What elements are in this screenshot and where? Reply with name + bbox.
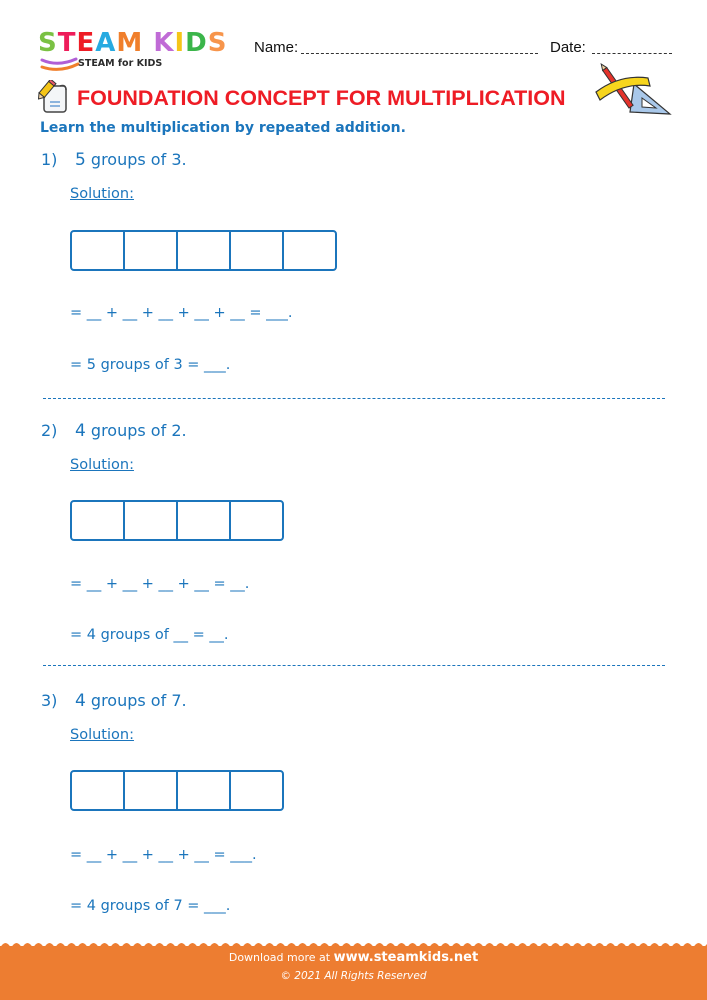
answer-box[interactable] — [178, 502, 231, 539]
date-field[interactable] — [592, 53, 672, 54]
answer-box[interactable] — [125, 502, 178, 539]
answer-boxes — [70, 230, 337, 271]
pencil-paper-icon — [38, 80, 67, 113]
answer-box[interactable] — [231, 772, 282, 809]
answer-box[interactable] — [178, 232, 231, 269]
logo-letter: K — [153, 28, 175, 58]
logo-letter: A — [95, 28, 117, 58]
answer-box[interactable] — [178, 772, 231, 809]
addition-equation[interactable]: = __ + __ + __ + __ = __. — [70, 576, 249, 592]
steam-kids-logo: STEAM KIDS STEAM for KIDS — [38, 30, 238, 75]
question-group-count: 4 — [75, 421, 86, 441]
footer-site-link[interactable]: www.steamkids.net — [334, 950, 479, 965]
page-title: FOUNDATION CONCEPT FOR MULTIPLICATION — [77, 86, 566, 110]
question-prompt: groups of 2. — [85, 421, 187, 440]
multiplication-equation[interactable]: = 4 groups of __ = __. — [70, 627, 228, 643]
addition-equation[interactable]: = __ + __ + __ + __ + __ = ___. — [70, 305, 292, 321]
question-number: 2) — [41, 421, 58, 440]
solution-label: Solution: — [70, 186, 134, 202]
logo-letter: S — [38, 28, 58, 58]
section-divider — [43, 398, 665, 399]
question-3-title: 3) 4 groups of 7. — [41, 691, 187, 711]
question-group-count: 4 — [75, 691, 86, 711]
addition-equation[interactable]: = __ + __ + __ + __ = ___. — [70, 847, 257, 863]
question-1-title: 1) 5 groups of 3. — [41, 150, 187, 170]
question-2-title: 2) 4 groups of 2. — [41, 421, 187, 441]
name-field[interactable] — [301, 53, 538, 54]
answer-box[interactable] — [72, 772, 125, 809]
answer-boxes — [70, 770, 284, 811]
answer-boxes — [70, 500, 284, 541]
multiplication-equation[interactable]: = 4 groups of 7 = ___. — [70, 898, 230, 914]
logo-swoosh-icon — [40, 57, 80, 71]
section-divider — [43, 665, 665, 666]
instruction-text: Learn the multiplication by repeated add… — [40, 120, 406, 136]
date-label: Date: — [550, 39, 586, 56]
answer-box[interactable] — [284, 232, 335, 269]
answer-box[interactable] — [231, 502, 282, 539]
answer-box[interactable] — [125, 232, 178, 269]
footer-download-text: Download more at www.steamkids.net — [0, 950, 707, 965]
question-prompt: groups of 7. — [85, 691, 187, 710]
logo-tagline: STEAM for KIDS — [78, 58, 163, 69]
logo-wordmark: STEAM KIDS — [38, 30, 238, 56]
logo-letter: S — [207, 28, 228, 58]
answer-box[interactable] — [125, 772, 178, 809]
logo-letter — [143, 30, 153, 56]
question-number: 3) — [41, 691, 58, 710]
ruler-pencil-triangle-icon — [595, 63, 672, 115]
footer-copyright: © 2021 All Rights Reserved — [280, 970, 427, 982]
logo-letter: M — [116, 28, 144, 58]
solution-label: Solution: — [70, 727, 134, 743]
logo-letter: T — [57, 28, 77, 58]
logo-letter: D — [185, 28, 208, 58]
question-number: 1) — [41, 150, 58, 169]
logo-letter: I — [174, 28, 186, 58]
multiplication-equation[interactable]: = 5 groups of 3 = ___. — [70, 357, 230, 373]
logo-letter: E — [76, 28, 96, 58]
answer-box[interactable] — [72, 502, 125, 539]
name-label: Name: — [254, 39, 299, 56]
footer-download-prefix: Download more at — [228, 951, 334, 964]
solution-label: Solution: — [70, 457, 134, 473]
question-prompt: groups of 3. — [85, 150, 187, 169]
question-group-count: 5 — [75, 150, 86, 170]
answer-box[interactable] — [231, 232, 284, 269]
answer-box[interactable] — [72, 232, 125, 269]
